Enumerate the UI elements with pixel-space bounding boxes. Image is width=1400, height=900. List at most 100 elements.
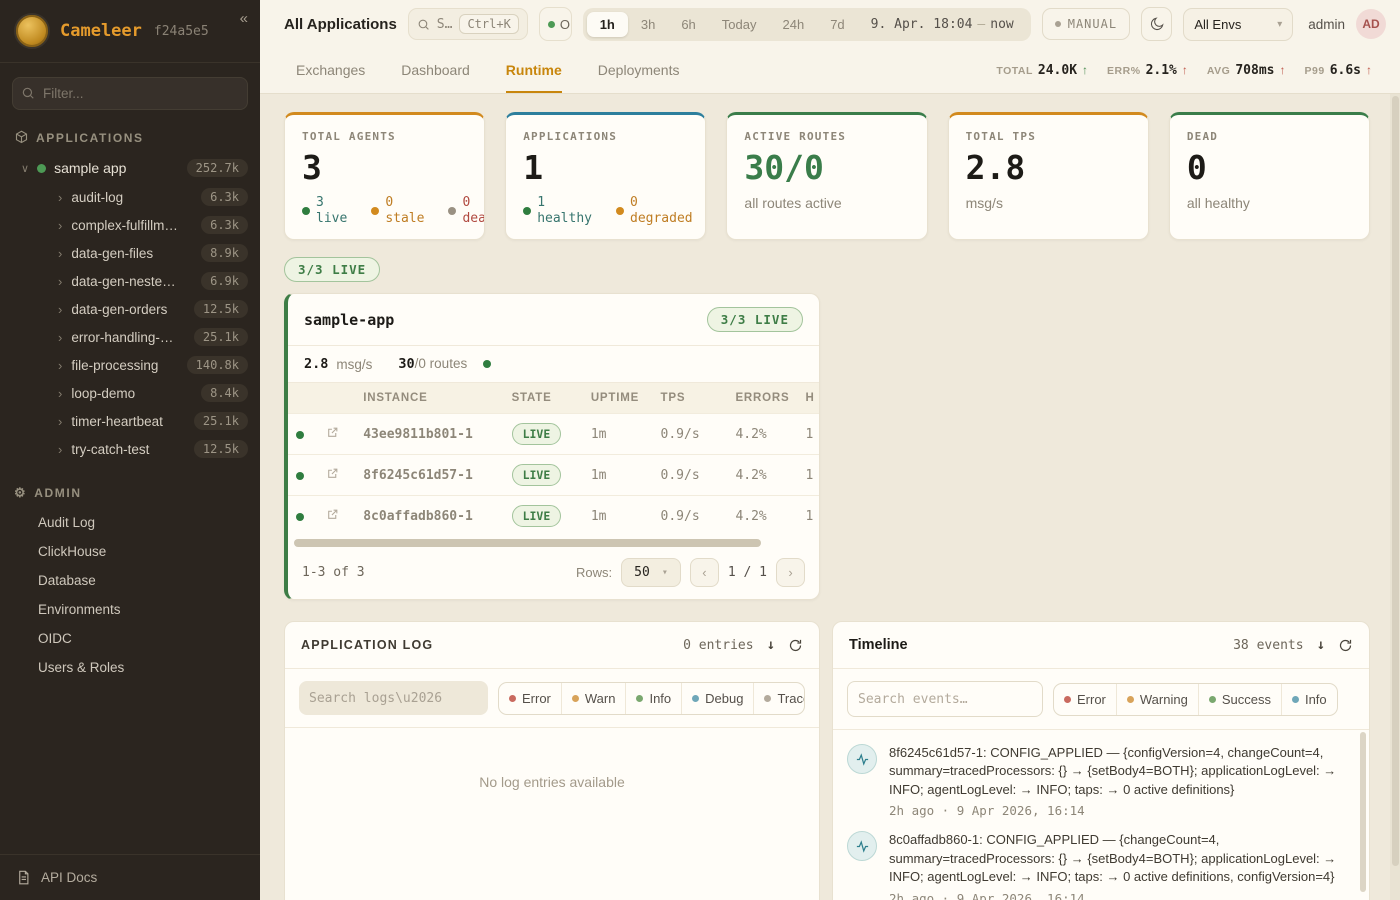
download-icon[interactable]: ↓ — [767, 637, 775, 653]
chevron-right-icon: › — [58, 330, 62, 345]
filter-chip-info[interactable]: Info — [1281, 684, 1337, 715]
sidebar-item-loop-demo[interactable]: ›loop-demo8.4k — [0, 379, 260, 407]
timeline-filters: Error Warning Success Info — [833, 669, 1369, 730]
rows-per-page-select[interactable]: 50▾ — [621, 558, 681, 587]
breakdown-value: 3 — [316, 195, 347, 211]
table-row[interactable]: 8f6245c61d57-1 LIVE 1m 0.9/s 4.2% 1 — [288, 455, 819, 496]
tab-dashboard[interactable]: Dashboard — [401, 48, 470, 93]
user-name: admin — [1308, 17, 1345, 32]
page-scrollbar[interactable] — [1390, 94, 1400, 900]
filter-chip-success[interactable]: Success — [1198, 684, 1281, 715]
api-docs-link[interactable]: API Docs — [0, 854, 260, 900]
timeline-event[interactable]: 8c0affadb860-1: CONFIG_APPLIED — {change… — [847, 831, 1351, 900]
card-title: TOTAL AGENTS — [302, 130, 467, 143]
sidebar-item-audit-log-admin[interactable]: Audit Log — [0, 509, 260, 536]
manual-label: MANUAL — [1068, 17, 1117, 31]
sidebar-item-try-catch-test[interactable]: ›try-catch-test12.5k — [0, 435, 260, 463]
timeline-event[interactable]: 8f6245c61d57-1: CONFIG_APPLIED — {config… — [847, 744, 1351, 818]
tab-runtime[interactable]: Runtime — [506, 48, 562, 93]
breakdown-label: healthy — [537, 211, 592, 227]
avatar[interactable]: AD — [1356, 9, 1386, 39]
card-total-tps: TOTAL TPS 2.8 msg/s — [948, 112, 1149, 240]
sidebar-item-users-roles[interactable]: Users & Roles — [0, 654, 260, 681]
sidebar-item-data-gen-nested[interactable]: ›data-gen-neste…6.9k — [0, 267, 260, 295]
timeline-search-input[interactable] — [847, 681, 1043, 717]
range-today[interactable]: Today — [709, 12, 770, 37]
time-range-display[interactable]: 9. Apr. 18:04—now — [858, 17, 1027, 32]
filter-chip-info[interactable]: Info — [625, 683, 681, 714]
chip-label: Info — [1305, 692, 1327, 707]
sidebar-item-file-processing[interactable]: ›file-processing140.8k — [0, 351, 260, 379]
sidebar-item-data-gen-orders[interactable]: ›data-gen-orders12.5k — [0, 295, 260, 323]
sidebar-item-audit-log[interactable]: ›audit-log6.3k — [0, 183, 260, 211]
prev-page-button[interactable]: ‹ — [690, 558, 719, 587]
refresh-icon[interactable] — [1338, 638, 1353, 653]
filter-chip-warn[interactable]: Warn — [561, 683, 626, 714]
environment-select[interactable]: All Envs ▾ — [1183, 8, 1293, 41]
collapse-sidebar-icon[interactable]: « — [240, 10, 248, 27]
scrollbar-thumb[interactable] — [1392, 96, 1399, 866]
chip-label: Error — [522, 691, 551, 706]
card-title: ACTIVE ROUTES — [744, 130, 909, 143]
table-row[interactable]: 43ee9811b801-1 LIVE 1m 0.9/s 4.2% 1 — [288, 414, 819, 455]
range-3h[interactable]: 3h — [628, 12, 668, 37]
sidebar-item-database[interactable]: Database — [0, 567, 260, 594]
timeline-scrollbar[interactable] — [1360, 732, 1366, 892]
range-24h[interactable]: 24h — [770, 12, 818, 37]
sidebar-item-clickhouse[interactable]: ClickHouse — [0, 538, 260, 565]
filter-chip-error[interactable]: Error — [1054, 684, 1116, 715]
filter-chip-debug[interactable]: Debug — [681, 683, 753, 714]
table-footer: 1-3 of 3 Rows: 50▾ ‹ 1 / 1 › — [288, 550, 819, 599]
sidebar-item-data-gen-files[interactable]: ›data-gen-files8.9k — [0, 239, 260, 267]
time-range-control: 1h 3h 6h Today 24h 7d 9. Apr. 18:04—now — [583, 8, 1031, 41]
global-search[interactable]: S… Ctrl+K — [408, 8, 528, 40]
sidebar-item-sample-app[interactable]: ∨ sample app 252.7k — [0, 153, 260, 183]
filter-chip-warning[interactable]: Warning — [1116, 684, 1198, 715]
status-dot — [483, 360, 491, 368]
horizontal-scrollbar[interactable] — [294, 539, 813, 547]
card-breakdown: 1healthy 0degraded 0critical — [523, 195, 688, 228]
activity-icon — [847, 744, 877, 774]
chevron-right-icon: › — [58, 386, 62, 401]
chip-label: Trace — [777, 691, 805, 706]
search-icon — [417, 18, 430, 31]
refresh-mode-button[interactable]: MANUAL — [1042, 8, 1130, 40]
next-page-button[interactable]: › — [776, 558, 805, 587]
range-1h[interactable]: 1h — [587, 12, 628, 37]
theme-toggle-button[interactable] — [1141, 7, 1172, 41]
scrollbar-thumb[interactable] — [294, 539, 761, 547]
sidebar-item-oidc[interactable]: OIDC — [0, 625, 260, 652]
download-icon[interactable]: ↓ — [1317, 637, 1325, 653]
range-7d[interactable]: 7d — [817, 12, 857, 37]
sidebar-item-error-handling[interactable]: ›error-handling-…25.1k — [0, 323, 260, 351]
count-badge: 12.5k — [194, 440, 248, 458]
filter-chip-trace[interactable]: Trace — [753, 683, 805, 714]
content-area: TOTAL AGENTS 3 3live 0stale 0dead APPLIC… — [260, 93, 1400, 900]
sample-app-header: sample-app 3/3 LIVE — [288, 294, 819, 346]
sidebar-item-environments[interactable]: Environments — [0, 596, 260, 623]
level-dot — [509, 695, 516, 702]
tab-exchanges[interactable]: Exchanges — [296, 48, 365, 93]
brand-version: f24a5e5 — [154, 24, 209, 39]
refresh-icon[interactable] — [788, 638, 803, 653]
metric-err: ERR%2.1%↑ — [1107, 63, 1188, 78]
chevron-right-icon: › — [58, 302, 62, 317]
filter-input[interactable] — [12, 77, 248, 110]
time-from: 9. Apr. 18:04 — [871, 17, 973, 32]
external-link-icon[interactable] — [326, 467, 339, 480]
time-to: now — [990, 17, 1013, 32]
external-link-icon[interactable] — [326, 426, 339, 439]
count-badge: 8.4k — [201, 384, 248, 402]
breakdown-value: 0 — [630, 195, 693, 211]
connection-status-chip[interactable]: O — [539, 7, 572, 41]
filter-chip-error[interactable]: Error — [499, 683, 561, 714]
count-badge: 140.8k — [187, 356, 248, 374]
sidebar-item-timer-heartbeat[interactable]: ›timer-heartbeat25.1k — [0, 407, 260, 435]
table-row[interactable]: 8c0affadb860-1 LIVE 1m 0.9/s 4.2% 1 — [288, 496, 819, 537]
external-link-icon[interactable] — [326, 508, 339, 521]
errors-cell: 4.2% — [727, 414, 797, 455]
range-6h[interactable]: 6h — [668, 12, 708, 37]
sidebar-item-complex-fulfillment[interactable]: ›complex-fulfillm…6.3k — [0, 211, 260, 239]
tab-deployments[interactable]: Deployments — [598, 48, 680, 93]
log-search-input[interactable] — [299, 681, 488, 715]
